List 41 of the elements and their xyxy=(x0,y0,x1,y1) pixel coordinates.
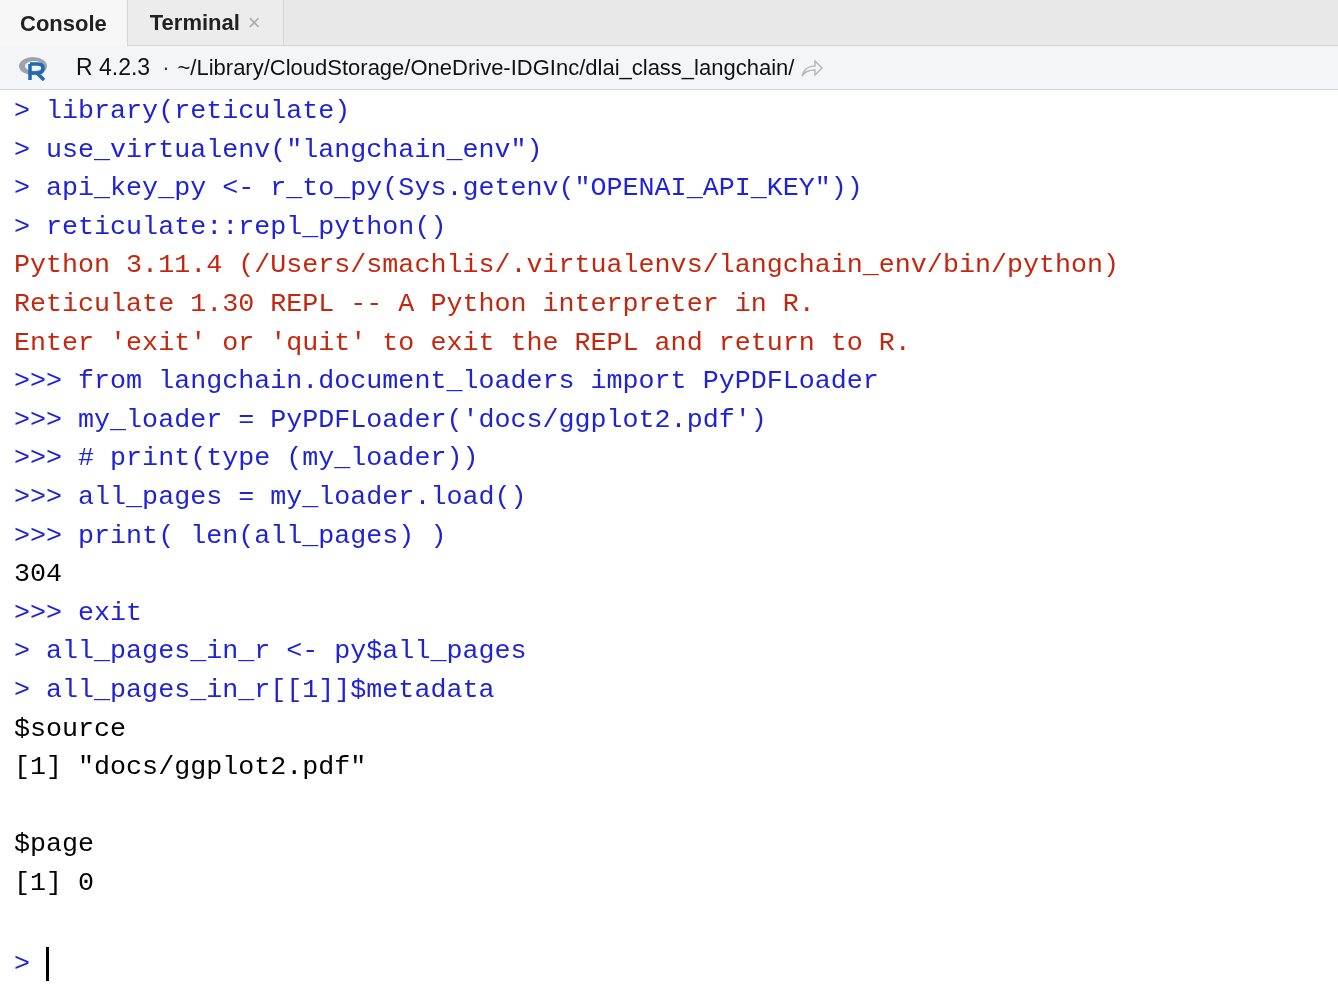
code-text: # print(type (my_loader)) xyxy=(78,443,479,474)
prompt: >>> xyxy=(14,597,63,628)
code-text: all_pages_in_r <- py$all_pages xyxy=(46,636,527,667)
separator: · xyxy=(162,54,170,82)
code-text: use_virtualenv("langchain_env") xyxy=(46,134,543,165)
code-text: from langchain.document_loaders import PyPDFLoader xyxy=(78,366,879,397)
code-text: library(reticulate) xyxy=(46,96,351,126)
code-text: reticulate::repl_python() xyxy=(46,211,447,242)
console-output: [1] 0 xyxy=(14,867,95,898)
prompt: >>> xyxy=(14,366,63,397)
prompt: > xyxy=(14,948,30,982)
console-tab[interactable]: Console xyxy=(0,0,128,46)
console-message: Python 3.11.4 (/Users/smachlis/.virtualenvs/langchain_env/bin/python) xyxy=(14,250,1120,281)
code-text: all_pages_in_r[[1]]$metadata xyxy=(46,674,495,705)
prompt: > xyxy=(14,636,30,667)
prompt: > xyxy=(14,173,30,204)
prompt: > xyxy=(14,96,30,126)
prompt: > xyxy=(14,211,30,242)
prompt: >>> xyxy=(14,481,63,512)
share-arrow-icon[interactable] xyxy=(800,57,825,78)
text-cursor xyxy=(46,947,49,982)
console-output: $source xyxy=(14,713,127,744)
code-text: print( len(all_pages) ) xyxy=(78,520,447,551)
code-text: api_key_py <- r_to_py(Sys.getenv("OPENAI_API_KEY")) xyxy=(46,173,863,204)
working-directory: ~/Library/CloudStorage/OneDrive-IDGInc/dlai_class_langchain/ xyxy=(177,54,795,82)
console-message: Enter 'exit' or 'quit' to exit the REPL and return to R. xyxy=(14,327,911,358)
prompt: >>> xyxy=(14,520,63,551)
prompt: >>> xyxy=(14,443,63,474)
prompt: >>> xyxy=(14,404,63,435)
terminal-tab[interactable]: Terminal xyxy=(149,6,240,39)
code-text: exit xyxy=(78,597,143,628)
console-output: 304 xyxy=(14,559,63,590)
console-output: $page xyxy=(14,829,95,860)
code-text: my_loader = PyPDFLoader('docs/ggplot2.pdf') xyxy=(78,404,767,435)
r-version: R 4.2.3 xyxy=(76,53,151,83)
tab-background[interactable]: Terminal × xyxy=(127,0,284,45)
code-text: all_pages = my_loader.load() xyxy=(78,481,527,512)
prompt: > xyxy=(14,134,30,165)
console-output: [1] "docs/ggplot2.pdf" xyxy=(14,752,367,783)
prompt: > xyxy=(14,674,30,705)
console-message: Reticulate 1.30 REPL -- A Python interpreter in R. xyxy=(14,288,815,319)
